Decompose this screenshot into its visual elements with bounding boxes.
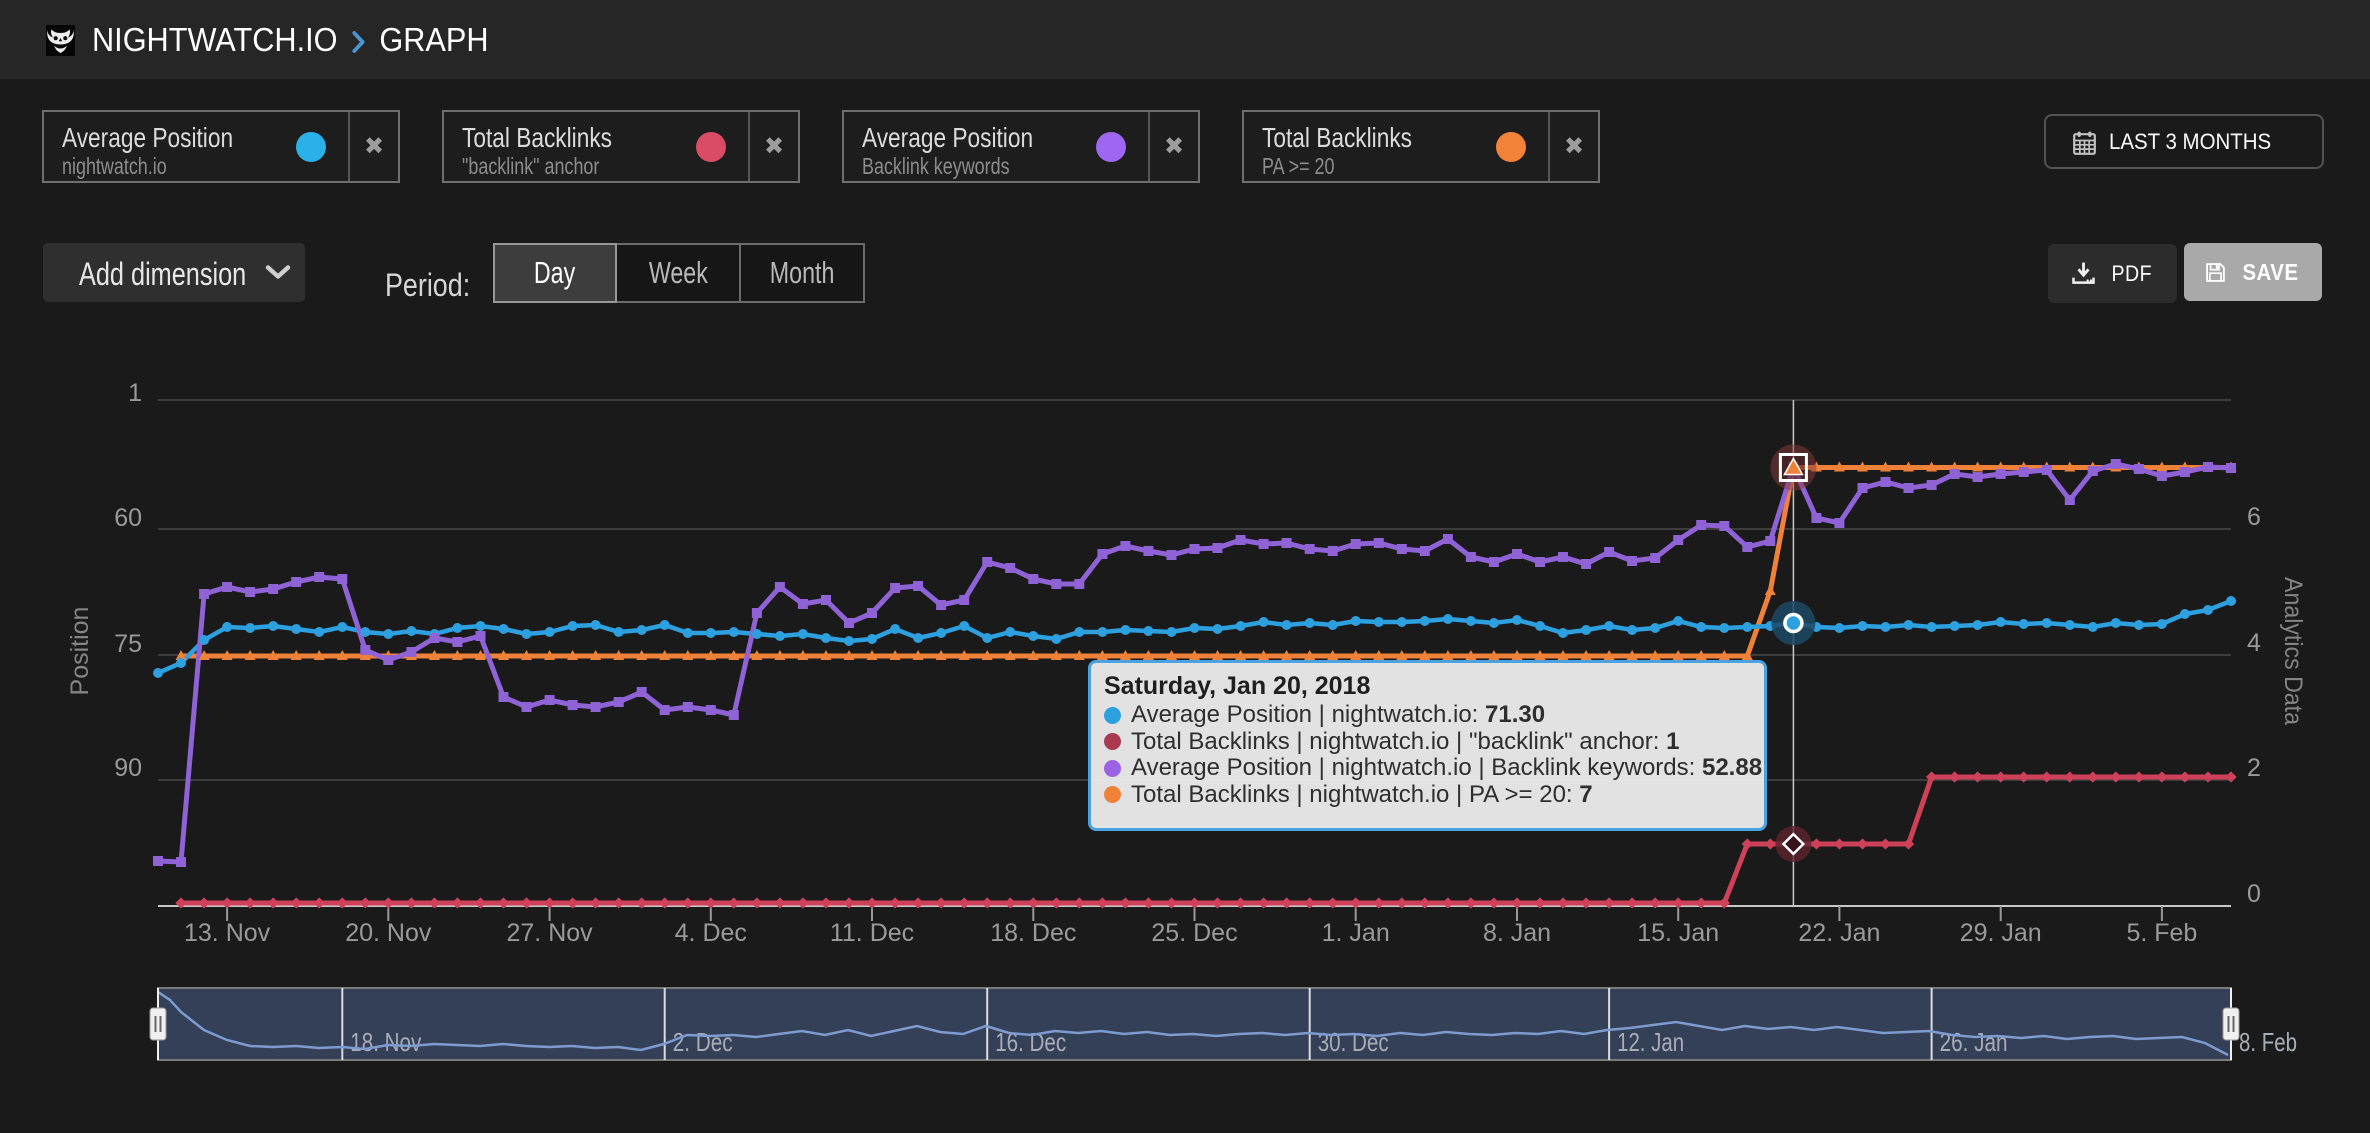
svg-text:18. Nov: 18. Nov xyxy=(350,1027,421,1057)
svg-text:12. Jan: 12. Jan xyxy=(1617,1027,1684,1057)
svg-text:6: 6 xyxy=(2247,503,2261,531)
svg-text:1. Jan: 1. Jan xyxy=(1322,919,1390,947)
svg-text:8. Jan: 8. Jan xyxy=(1483,919,1551,947)
svg-text:29. Jan: 29. Jan xyxy=(1960,919,2042,947)
svg-text:2. Dec: 2. Dec xyxy=(673,1027,733,1057)
svg-text:30. Dec: 30. Dec xyxy=(1318,1027,1389,1057)
svg-text:8. Feb: 8. Feb xyxy=(2239,1027,2297,1057)
svg-text:Analytics Data: Analytics Data xyxy=(2279,577,2307,725)
svg-text:5. Feb: 5. Feb xyxy=(2126,919,2197,947)
svg-text:4: 4 xyxy=(2247,629,2261,657)
svg-text:Position: Position xyxy=(66,607,94,696)
svg-text:1: 1 xyxy=(128,379,142,407)
svg-text:27. Nov: 27. Nov xyxy=(507,919,594,947)
svg-text:18. Dec: 18. Dec xyxy=(990,919,1076,947)
svg-text:22. Jan: 22. Jan xyxy=(1798,919,1880,947)
svg-text:26. Jan: 26. Jan xyxy=(1940,1027,2008,1057)
svg-text:13. Nov: 13. Nov xyxy=(184,919,271,947)
svg-text:20. Nov: 20. Nov xyxy=(345,919,432,947)
svg-text:4. Dec: 4. Dec xyxy=(675,919,747,947)
svg-text:15. Jan: 15. Jan xyxy=(1637,919,1719,947)
svg-text:75: 75 xyxy=(114,630,142,658)
svg-text:2: 2 xyxy=(2247,754,2261,782)
svg-text:0: 0 xyxy=(2247,880,2261,908)
svg-text:25. Dec: 25. Dec xyxy=(1151,919,1237,947)
svg-text:11. Dec: 11. Dec xyxy=(830,919,914,947)
svg-text:90: 90 xyxy=(114,754,142,782)
svg-text:60: 60 xyxy=(114,504,142,532)
